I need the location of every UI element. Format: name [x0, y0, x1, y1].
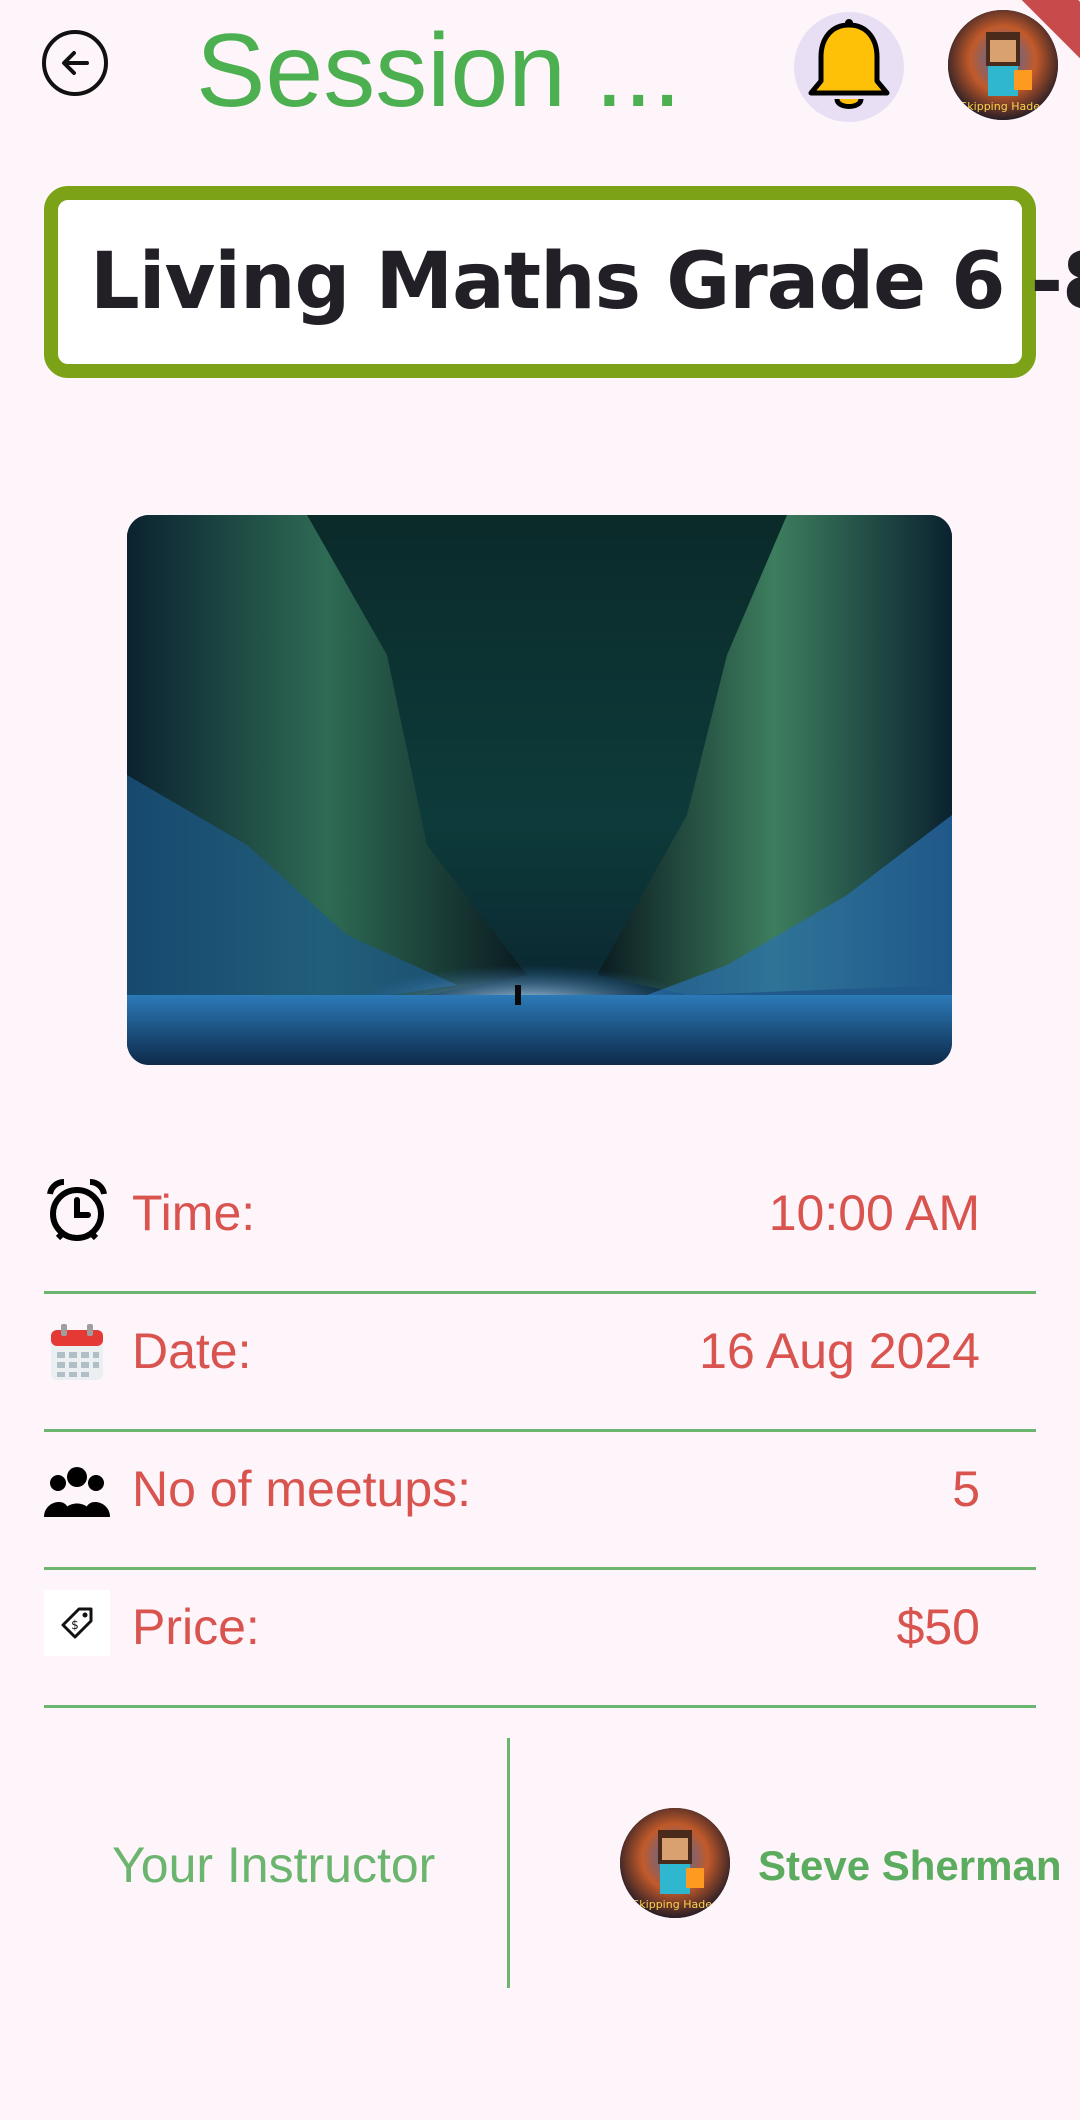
arrow-left-icon — [62, 51, 89, 75]
instructor-avatar[interactable]: Skipping Hades — [620, 1808, 730, 1918]
bell-icon — [808, 19, 890, 109]
meetups-label: No of meetups: — [132, 1461, 472, 1517]
session-image — [127, 515, 952, 1065]
avatar-caption: Skipping Hades — [632, 1898, 718, 1911]
svg-text:$: $ — [71, 1618, 79, 1632]
session-title: Living Maths Grade 6 -8 — [90, 237, 1080, 327]
date-value: 16 Aug 2024 — [699, 1323, 980, 1379]
price-tag-icon: $ — [44, 1590, 110, 1656]
people-group-icon — [44, 1458, 110, 1524]
price-row: $ Price: $50 — [44, 1570, 1036, 1708]
back-button[interactable] — [42, 30, 108, 96]
alarm-clock-icon — [44, 1178, 110, 1244]
time-value: 10:00 AM — [768, 1185, 980, 1241]
instructor-divider — [507, 1738, 510, 1988]
time-label: Time: — [132, 1185, 256, 1241]
notifications-button[interactable] — [794, 12, 904, 122]
instructor-label: Your Instructor — [112, 1837, 436, 1893]
svg-text:Skipping Hades: Skipping Hades — [960, 100, 1046, 113]
date-label: Date: — [132, 1323, 252, 1379]
date-row: Date: 16 Aug 2024 — [44, 1294, 1036, 1432]
page-title: Session ... — [196, 13, 682, 129]
price-value: $50 — [896, 1599, 980, 1655]
session-title-box: Living Maths Grade 6 -8 — [44, 186, 1080, 378]
calendar-icon — [44, 1320, 110, 1386]
profile-avatar[interactable]: Skipping Hades — [948, 10, 1058, 120]
time-row: Time: 10:00 AM — [44, 1156, 1036, 1294]
meetups-row: No of meetups: 5 — [44, 1432, 1036, 1570]
avatar-image: Skipping Hades — [948, 10, 1058, 120]
meetups-value: 5 — [952, 1461, 980, 1517]
instructor-name[interactable]: Steve Sherman — [758, 1842, 1061, 1890]
price-label: Price: — [132, 1599, 260, 1655]
instructor-avatar-image: Skipping Hades — [620, 1808, 730, 1918]
